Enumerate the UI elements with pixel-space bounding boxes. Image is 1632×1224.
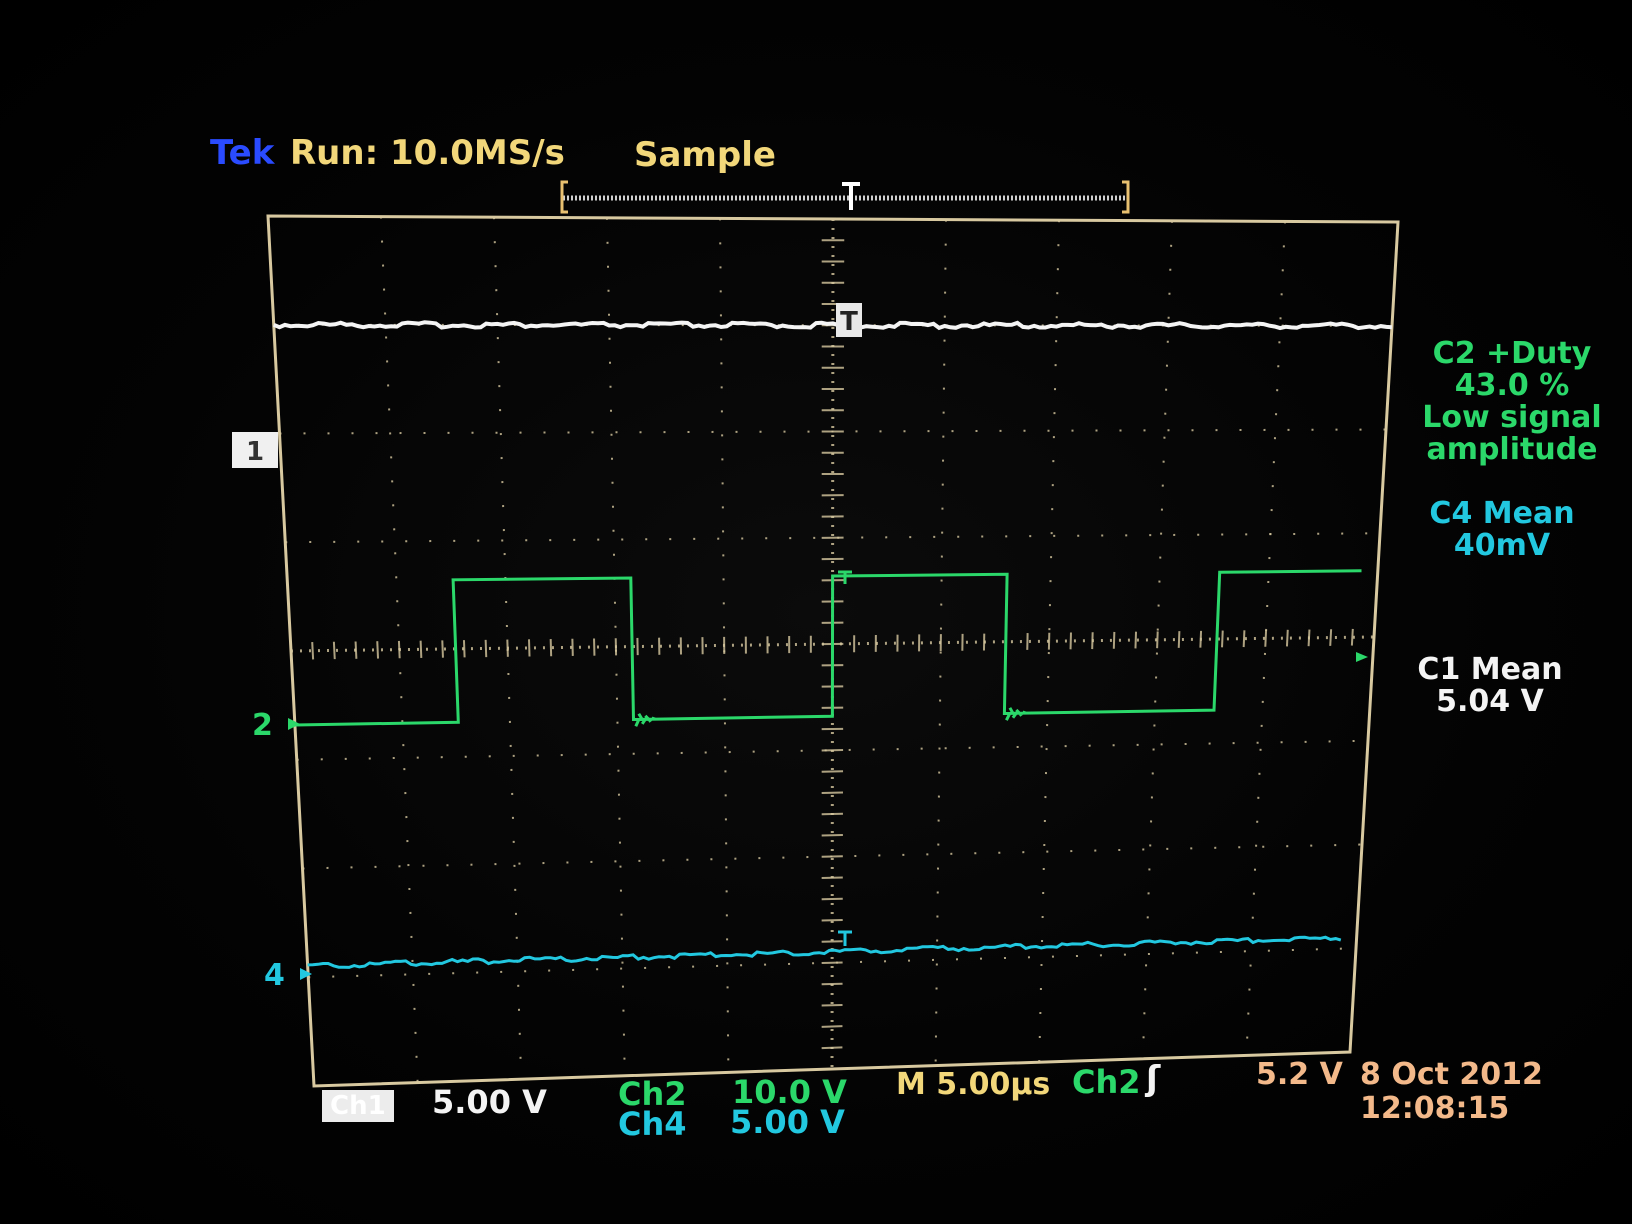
scope-display: T 1 2 4 — [232, 180, 1400, 1088]
record-position-bar — [560, 180, 1130, 214]
measurement-c1-title: C1 Mean — [1417, 652, 1563, 687]
measurement-c1-value: 5.04 V — [1436, 684, 1544, 719]
ch4-scale: 5.00 V — [730, 1103, 845, 1141]
ch1-label-box: Ch1 — [322, 1090, 394, 1122]
trigger-source: Ch2 — [1072, 1063, 1141, 1101]
ch2-marker-label: 2 — [252, 708, 273, 743]
ch2-trigger-tick — [838, 570, 852, 584]
date: 8 Oct 2012 — [1360, 1057, 1543, 1092]
trigger-slope-icon: ʃ — [1146, 1059, 1161, 1099]
ch1-scale: 5.00 V — [432, 1083, 547, 1121]
trigger-level-arrow — [1356, 652, 1368, 662]
trigger-level: 5.2 V — [1256, 1057, 1343, 1092]
measurement-c2-value: 43.0 % — [1454, 368, 1570, 403]
measurement-c2-title: C2 +Duty — [1432, 336, 1592, 371]
measurement-c4-value: 40mV — [1453, 528, 1551, 563]
ch4-trigger-tick — [838, 930, 852, 946]
ch4-ground-arrow — [300, 968, 312, 980]
timebase: M 5.00µs — [896, 1067, 1051, 1102]
ch2-trace — [294, 569, 1362, 727]
ch4-marker-label: 4 — [264, 958, 285, 993]
measurement-c4-mean: C4 Mean 40mV — [1402, 498, 1602, 562]
measurement-c2-duty: C2 +Duty 43.0 % Low signal amplitude — [1412, 338, 1612, 466]
trigger-marker-label: T — [840, 307, 858, 337]
measurement-c2-note-1: Low signal — [1422, 400, 1602, 435]
measurement-c2-note-2: amplitude — [1426, 432, 1598, 467]
ch1-marker-label: 1 — [246, 437, 264, 467]
measurement-c1-mean: C1 Mean 5.04 V — [1390, 654, 1590, 718]
ch4-label: Ch4 — [618, 1105, 687, 1143]
time: 12:08:15 — [1360, 1091, 1510, 1126]
measurement-c4-title: C4 Mean — [1429, 496, 1575, 531]
